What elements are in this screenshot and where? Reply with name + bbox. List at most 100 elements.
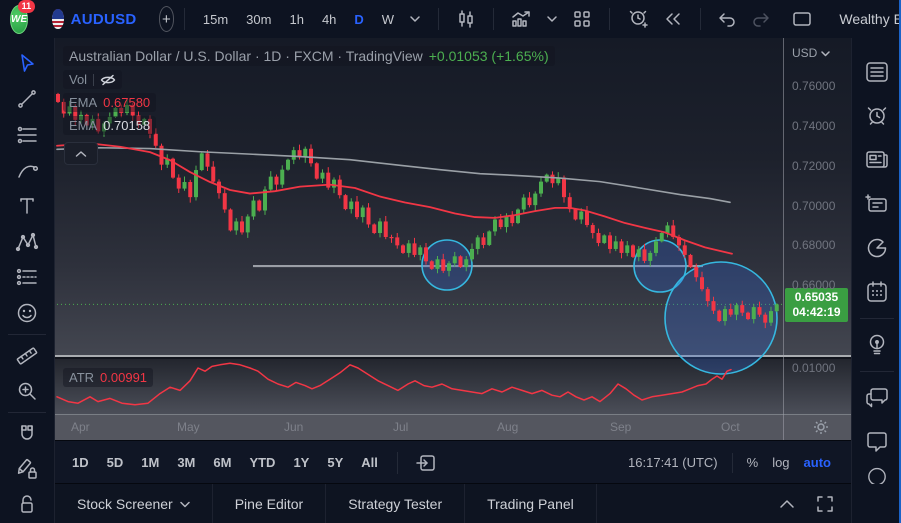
timeframe-button-1h[interactable]: 1h <box>281 8 311 31</box>
timeframe-chevron-down-icon[interactable] <box>409 13 421 25</box>
timeframe-button-15m[interactable]: 15m <box>195 8 236 31</box>
range-button-3m[interactable]: 3M <box>168 450 204 475</box>
layout-grid-icon[interactable] <box>572 9 592 29</box>
text-tool-button[interactable] <box>8 188 46 224</box>
candle-body <box>694 267 698 277</box>
emoji-tool-button[interactable] <box>8 295 46 331</box>
candle-body <box>355 202 359 218</box>
atr-line[interactable] <box>57 363 731 405</box>
zoom-in-tool-button[interactable] <box>8 373 46 409</box>
timeframe-button-D[interactable]: D <box>346 8 371 31</box>
calendar-icon[interactable] <box>859 270 895 314</box>
bar-replay-icon[interactable] <box>663 11 683 27</box>
log-scale-button[interactable]: log <box>772 455 789 470</box>
candle-body <box>528 198 532 206</box>
eye-off-icon[interactable] <box>100 74 116 86</box>
account-avatar[interactable]: WE 11 <box>10 5 28 34</box>
bottom-tab-pine-editor[interactable]: Pine Editor <box>213 484 326 523</box>
alerts-icon[interactable] <box>859 94 895 138</box>
candle-body <box>441 259 445 271</box>
drawing-mode-lock-button[interactable] <box>8 452 46 488</box>
price-axis[interactable]: USD 0.65035 04:42:19 0.01000 0.760000.74… <box>784 38 851 440</box>
expand-panel-chevron-icon[interactable] <box>779 499 795 509</box>
ema-fast-line[interactable] <box>57 143 732 253</box>
brush-tool-button[interactable] <box>8 153 46 189</box>
candle-body <box>579 211 583 219</box>
atr-legend-row[interactable]: ATR 0.00991 <box>63 368 153 387</box>
candle-body <box>746 313 750 319</box>
time-axis-settings-gear-icon[interactable] <box>813 419 829 440</box>
price-axis-currency[interactable]: USD <box>792 46 830 60</box>
news-icon[interactable] <box>859 138 895 182</box>
candle-body <box>338 180 342 196</box>
candle-body <box>763 315 767 323</box>
public-chat-icon[interactable] <box>859 376 895 420</box>
range-button-1d[interactable]: 1D <box>63 450 98 475</box>
bottom-panel: Stock ScreenerPine EditorStrategy Tester… <box>55 483 851 523</box>
indicators-icon[interactable] <box>510 9 532 29</box>
ema-fast-legend-row[interactable]: EMA 0.67580 <box>63 93 156 112</box>
help-icon[interactable] <box>859 464 895 484</box>
range-button-6m[interactable]: 6M <box>204 450 240 475</box>
range-button-1y[interactable]: 1Y <box>284 450 318 475</box>
forecast-tool-button[interactable] <box>8 260 46 296</box>
candle-body <box>332 180 336 188</box>
lock-all-drawings-button[interactable] <box>8 487 46 523</box>
candle-body <box>689 255 693 267</box>
candle-body <box>367 208 371 225</box>
redo-icon[interactable] <box>751 11 771 27</box>
candle-body <box>286 160 290 170</box>
maximize-panel-icon[interactable] <box>817 496 833 512</box>
hotlists-icon[interactable] <box>859 226 895 270</box>
range-button-5d[interactable]: 5D <box>98 450 133 475</box>
bottom-tab-trading-panel[interactable]: Trading Panel <box>465 484 597 523</box>
bottom-tab-strategy-tester[interactable]: Strategy Tester <box>326 484 465 523</box>
auto-scale-button[interactable]: auto <box>804 455 831 470</box>
cursor-tool-button[interactable] <box>8 46 46 82</box>
publish-account[interactable]: Wealthy Educ... <box>833 11 901 27</box>
symbol-flag-icon <box>52 9 63 29</box>
timeframe-row: 15m30m1h4hDW <box>195 8 402 31</box>
bottom-tab-stock-screener[interactable]: Stock Screener <box>55 484 213 523</box>
candle-body <box>188 182 192 197</box>
compare-add-button[interactable]: + <box>159 6 175 32</box>
sidebar-divider <box>860 371 894 372</box>
candle-body <box>430 261 434 269</box>
clock-utc[interactable]: 16:17:41 (UTC) <box>628 455 718 470</box>
notification-badge: 11 <box>18 0 36 13</box>
ideas-lightbulb-icon[interactable] <box>859 323 895 367</box>
magnet-tool-button[interactable] <box>8 416 46 452</box>
timeframe-button-30m[interactable]: 30m <box>238 8 279 31</box>
ema-slow-legend-row[interactable]: EMA 0.70158 <box>63 116 156 135</box>
text-notes-icon[interactable] <box>859 182 895 226</box>
undo-icon[interactable] <box>717 11 737 27</box>
xabcd-pattern-tool-button[interactable] <box>8 224 46 260</box>
range-button-all[interactable]: All <box>352 450 387 475</box>
fib-retracement-tool-button[interactable] <box>8 117 46 153</box>
chart-style-icon[interactable] <box>456 9 476 29</box>
range-button-1m[interactable]: 1M <box>132 450 168 475</box>
trend-line-tool-button[interactable] <box>8 82 46 118</box>
chevron-down-icon <box>821 50 830 57</box>
alert-add-icon[interactable] <box>627 8 649 30</box>
volume-legend-row[interactable]: Vol <box>63 70 122 89</box>
measure-tool-button[interactable] <box>8 338 46 374</box>
indicators-chevron-down-icon[interactable] <box>546 13 558 25</box>
timeframe-button-4h[interactable]: 4h <box>314 8 344 31</box>
fullscreen-window-icon[interactable] <box>792 10 812 28</box>
collapse-pane-button[interactable] <box>64 142 98 165</box>
private-chat-icon[interactable] <box>859 420 895 464</box>
candle-body <box>551 175 555 184</box>
watchlist-icon[interactable] <box>859 50 895 94</box>
go-to-date-icon[interactable] <box>415 453 437 473</box>
symbol-button[interactable]: AUDUSD <box>71 11 137 28</box>
candle-body <box>344 195 348 209</box>
range-button-ytd[interactable]: YTD <box>240 450 284 475</box>
candle-body <box>447 263 451 271</box>
percent-scale-button[interactable]: % <box>747 455 759 470</box>
date-range-row: 1D5D1M3M6MYTD1Y5YAll <box>63 450 387 475</box>
range-button-5y[interactable]: 5Y <box>318 450 352 475</box>
chart-title-row[interactable]: Australian Dollar / U.S. Dollar · 1D · F… <box>63 46 555 66</box>
timeframe-button-W[interactable]: W <box>374 8 402 31</box>
candle-body <box>562 178 566 198</box>
